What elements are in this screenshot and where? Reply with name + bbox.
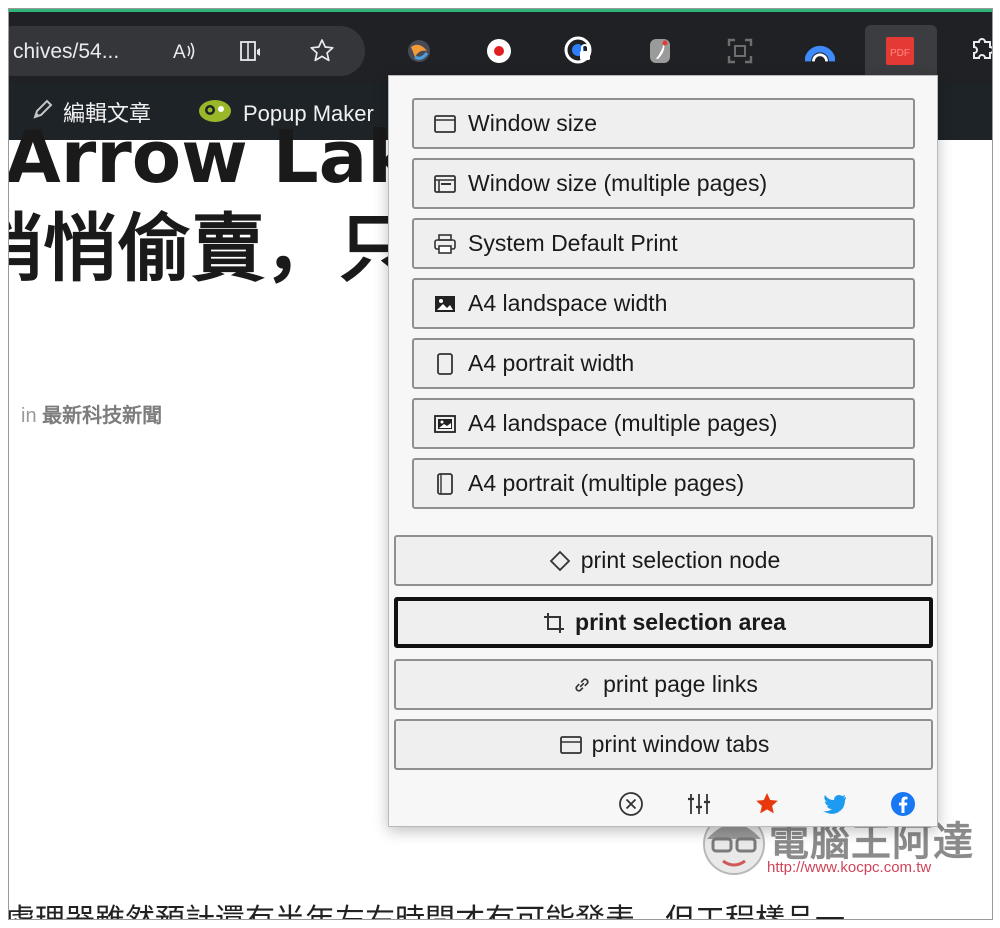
print-option-label: A4 landspace (multiple pages): [468, 410, 778, 436]
article-body-fragment: 處理器雖然預計還有半年左右時間才有可能發表，但工程樣品一: [9, 895, 845, 919]
print-option-label: A4 landspace width: [468, 290, 668, 316]
ext-pdf-icon[interactable]: PDF: [885, 36, 915, 66]
read-aloud-icon[interactable]: A: [171, 38, 197, 64]
print-selection-node-button[interactable]: print selection node: [394, 535, 933, 586]
window-icon: [432, 111, 458, 137]
print-option-label: Window size (multiple pages): [468, 170, 768, 196]
print-option-a4-landscape-multiple[interactable]: A4 landspace (multiple pages): [412, 398, 915, 449]
eraser-icon: [547, 548, 573, 574]
print-option-window-size-multiple[interactable]: Window size (multiple pages): [412, 158, 915, 209]
print-window-tabs-button[interactable]: print window tabs: [394, 719, 933, 770]
print-option-system-default[interactable]: System Default Print: [412, 218, 915, 269]
window-stack-icon: [432, 171, 458, 197]
extensions-puzzle-icon[interactable]: [966, 36, 992, 66]
print-selection-area-button[interactable]: print selection area: [394, 597, 933, 648]
facebook-icon[interactable]: [889, 790, 917, 818]
printer-icon: [432, 231, 458, 257]
address-text[interactable]: chives/54...: [13, 40, 119, 64]
print-page-links-button[interactable]: print page links: [394, 659, 933, 710]
favorite-star-icon[interactable]: [309, 38, 335, 64]
print-extension-popup: Window size Window size (multiple pages)…: [388, 75, 938, 827]
window-tab-icon: [558, 732, 584, 758]
svg-text:PDF: PDF: [890, 48, 910, 59]
article-category-link[interactable]: 最新科技新聞: [42, 405, 162, 427]
ext-lock-icon[interactable]: [564, 36, 594, 66]
settings-sliders-icon[interactable]: [685, 790, 713, 818]
image-landscape-icon: [432, 291, 458, 317]
print-option-window-size[interactable]: Window size: [412, 98, 915, 149]
print-option-label: System Default Print: [468, 230, 678, 256]
print-option-a4-landscape-width[interactable]: A4 landspace width: [412, 278, 915, 329]
ext-swirl-icon[interactable]: [404, 36, 434, 66]
print-option-label: A4 portrait width: [468, 350, 635, 376]
wide-action-label: print selection area: [575, 609, 786, 635]
print-option-a4-portrait-width[interactable]: A4 portrait width: [412, 338, 915, 389]
wide-action-label: print window tabs: [591, 731, 770, 757]
image-stack-icon: [432, 411, 458, 437]
twitter-icon[interactable]: [821, 790, 849, 818]
article-headline-line2: 悄悄偷賣，只: [8, 206, 413, 292]
page-portrait-icon: [432, 351, 458, 377]
immersive-reader-icon[interactable]: [239, 38, 265, 64]
close-circle-icon[interactable]: [617, 790, 645, 818]
watermark-url: http://www.kocpc.com.tw: [767, 859, 932, 876]
ext-record-icon[interactable]: [484, 36, 514, 66]
browser-toolbar: chives/54... A PDF: [9, 12, 992, 84]
browser-window: chives/54... A PDF 編輯文章 Popup Maker Arro…: [8, 8, 993, 920]
print-option-label: Window size: [468, 110, 598, 136]
print-option-label: A4 portrait (multiple pages): [468, 470, 745, 496]
crop-icon: [541, 610, 567, 636]
article-meta: in 最新科技新聞: [21, 399, 162, 428]
wide-action-label: print selection node: [580, 547, 781, 573]
wide-action-label: print page links: [603, 671, 758, 697]
rate-star-icon[interactable]: [753, 790, 781, 818]
page-stack-icon: [432, 471, 458, 497]
article-meta-prefix: in: [21, 405, 37, 427]
ext-capture-icon[interactable]: [725, 36, 755, 66]
address-bar[interactable]: chives/54... A: [9, 26, 365, 76]
ext-feather-icon[interactable]: [645, 36, 675, 66]
svg-text:A: A: [173, 42, 186, 63]
ext-arc-icon[interactable]: [805, 36, 835, 66]
print-option-a4-portrait-multiple[interactable]: A4 portrait (multiple pages): [412, 458, 915, 509]
link-icon: [569, 672, 595, 698]
